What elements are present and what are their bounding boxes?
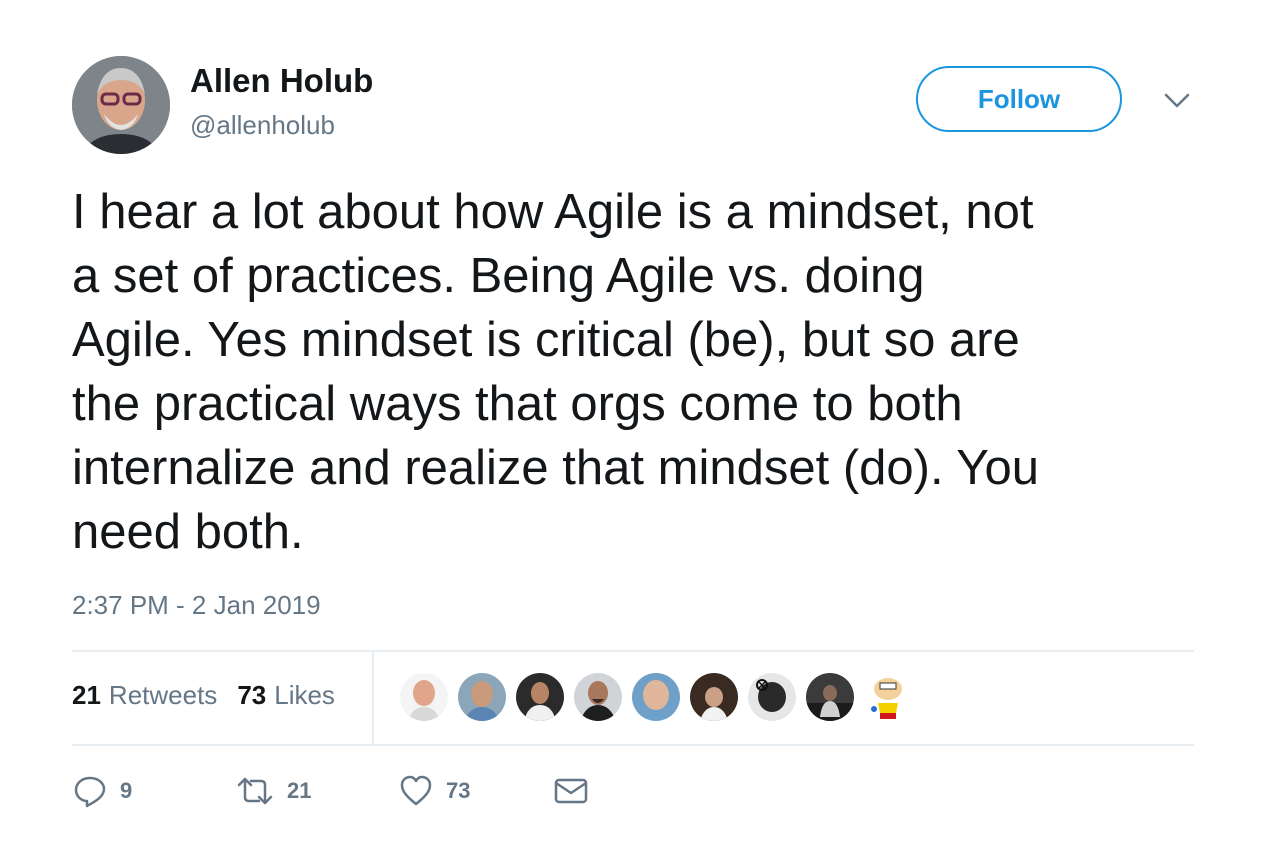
retweet-button[interactable]: 21 <box>235 773 398 809</box>
chevron-down-icon[interactable] <box>1162 88 1192 112</box>
liker-avatar[interactable] <box>574 673 622 721</box>
likers-avatars <box>400 673 912 721</box>
liker-avatar[interactable] <box>458 673 506 721</box>
author-avatar[interactable] <box>72 56 170 154</box>
retweets-count: 21 <box>72 680 101 710</box>
likes-label: Likes <box>274 680 335 710</box>
author-handle[interactable]: @allenholub <box>190 110 335 141</box>
tweet-stats: 21 Retweets 73 Likes <box>72 680 335 711</box>
tweet-actions: 9 21 73 <box>72 768 589 814</box>
liker-avatar[interactable] <box>748 673 796 721</box>
liker-avatar[interactable] <box>632 673 680 721</box>
reply-count: 9 <box>120 778 133 803</box>
retweet-count: 21 <box>287 778 312 803</box>
liker-avatar[interactable] <box>806 673 854 721</box>
liker-avatar[interactable] <box>516 673 564 721</box>
reply-button[interactable]: 9 <box>72 773 235 809</box>
tweet-text: I hear a lot about how Agile is a mindse… <box>72 185 1039 559</box>
direct-message-button[interactable] <box>553 773 589 809</box>
divider-top <box>72 650 1194 652</box>
liker-avatar[interactable] <box>864 673 912 721</box>
like-count: 73 <box>446 778 471 803</box>
likes-count: 73 <box>237 680 267 710</box>
liker-avatar[interactable] <box>690 673 738 721</box>
tweet-timestamp[interactable]: 2:37 PM - 2 Jan 2019 <box>72 590 321 621</box>
direct-message-icon <box>554 778 588 804</box>
author-name[interactable]: Allen Holub <box>190 62 373 100</box>
like-icon <box>400 775 432 806</box>
stats-divider <box>372 652 374 744</box>
retweet-icon <box>237 777 273 805</box>
liker-avatar[interactable] <box>400 673 448 721</box>
likes-stat[interactable]: 73 Likes <box>237 680 335 711</box>
retweets-label: Retweets <box>108 680 218 710</box>
follow-button[interactable]: Follow <box>916 66 1122 132</box>
retweets-stat[interactable]: 21 Retweets <box>72 680 217 711</box>
divider-bottom <box>72 744 1194 746</box>
like-button[interactable]: 73 <box>398 773 553 809</box>
reply-icon <box>74 776 106 808</box>
